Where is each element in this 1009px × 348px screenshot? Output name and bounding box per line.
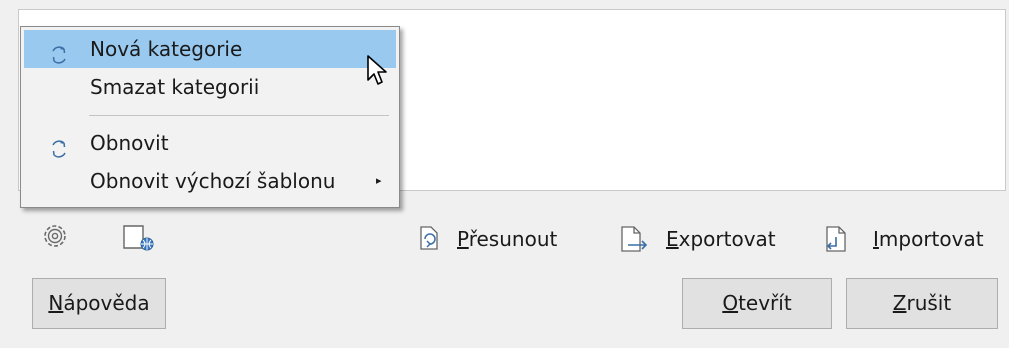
refresh-icon xyxy=(49,133,69,158)
menu-item-reset-default-template[interactable]: Obnovit výchozí šablonu ▸ xyxy=(24,162,396,200)
menu-item-delete-category[interactable]: Smazat kategorii xyxy=(24,68,396,106)
export-document-icon xyxy=(619,225,649,263)
import-document-icon xyxy=(823,225,851,263)
menu-item-label: Obnovit xyxy=(90,131,169,155)
menu-item-label: Smazat kategorii xyxy=(90,75,260,99)
submenu-arrow-icon: ▸ xyxy=(376,174,382,187)
export-mnemonic: E xyxy=(666,227,679,251)
open-label: tevřít xyxy=(738,291,792,315)
open-button[interactable]: Otevřít xyxy=(682,278,832,329)
menu-item-new-category[interactable]: Nová kategorie xyxy=(24,30,396,68)
export-label: xportovat xyxy=(678,227,776,251)
help-mnemonic: N xyxy=(48,291,64,315)
import-label: mportovat xyxy=(878,227,984,251)
import-button[interactable]: Importovat xyxy=(823,222,995,256)
gear-icon[interactable] xyxy=(41,222,69,254)
mouse-cursor-icon xyxy=(366,54,390,90)
menu-item-label: Nová kategorie xyxy=(90,37,243,61)
cancel-mnemonic: Z xyxy=(892,291,907,315)
help-label: ápověda xyxy=(63,291,150,315)
menu-separator xyxy=(89,115,389,116)
cancel-button[interactable]: Zrušit xyxy=(846,278,998,329)
move-label: řesunout xyxy=(468,227,558,251)
cancel-label: rušit xyxy=(906,291,952,315)
help-button[interactable]: Nápověda xyxy=(32,278,166,329)
globe-document-icon[interactable] xyxy=(121,222,155,256)
menu-item-refresh[interactable]: Obnovit xyxy=(24,124,396,162)
menu-item-label: Obnovit výchozí šablonu xyxy=(90,169,336,193)
open-mnemonic: O xyxy=(722,291,739,315)
context-menu: Nová kategorie Smazat kategorii Obnovit … xyxy=(20,26,400,208)
refresh-icon xyxy=(49,39,69,64)
template-manager-dialog: Přesunout Exportovat Importovat Nápověda… xyxy=(0,0,1009,348)
move-button[interactable]: Přesunout xyxy=(418,222,570,256)
move-mnemonic: P xyxy=(457,227,469,251)
move-document-icon xyxy=(418,225,440,261)
export-button[interactable]: Exportovat xyxy=(619,222,789,256)
